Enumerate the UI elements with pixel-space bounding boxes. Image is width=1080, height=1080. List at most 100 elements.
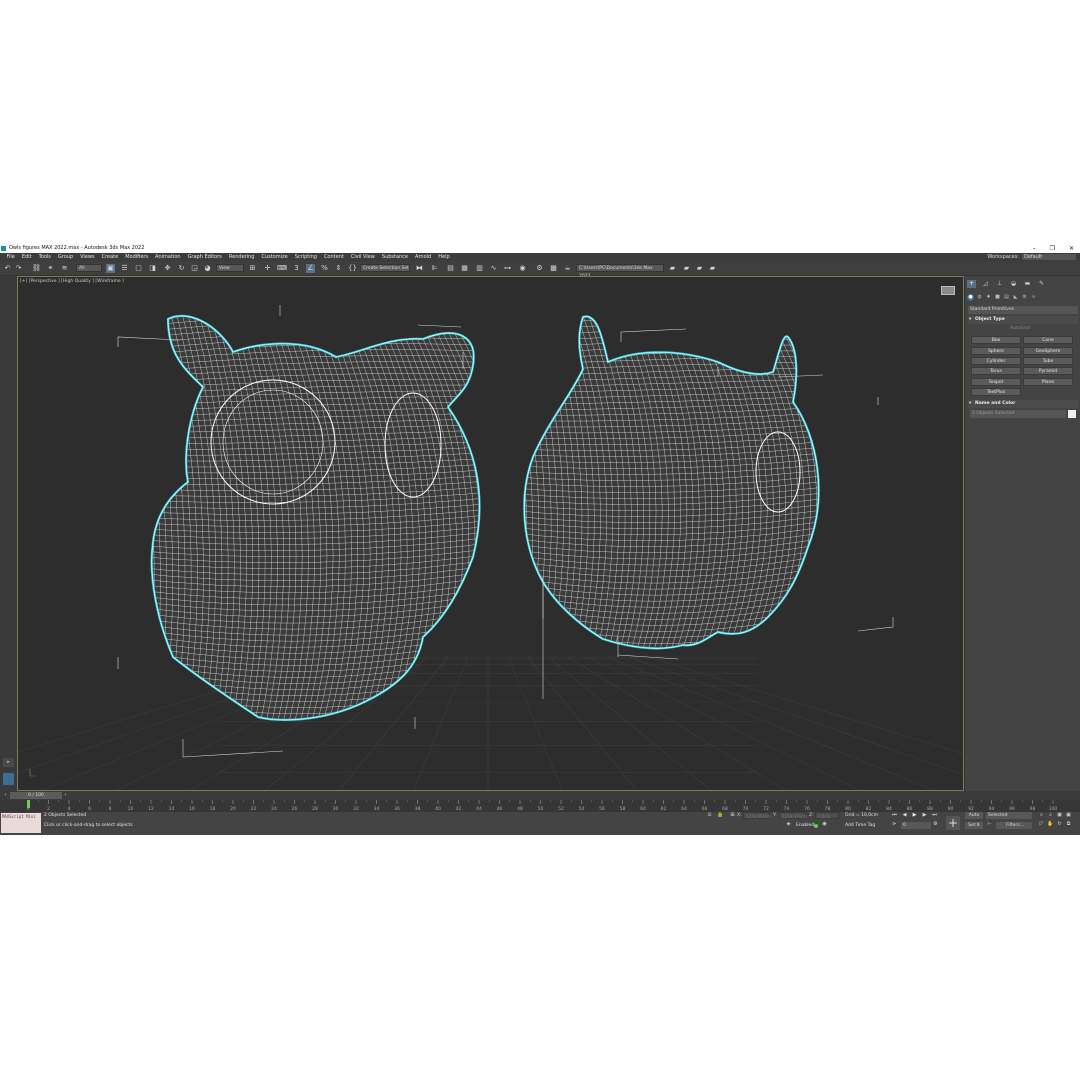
- go-to-end-icon[interactable]: ⏭: [931, 812, 938, 819]
- menu-arnold[interactable]: Arnold: [412, 253, 435, 261]
- modify-tab-icon[interactable]: ◿: [981, 280, 990, 288]
- pyramid-button[interactable]: Pyramid: [1023, 367, 1073, 375]
- material-editor-icon[interactable]: ◉: [518, 264, 527, 273]
- set-key-plus-icon[interactable]: +: [946, 816, 960, 830]
- box-button[interactable]: Box: [971, 336, 1021, 344]
- field-of-view-icon[interactable]: ◸: [1038, 821, 1045, 828]
- plane-button[interactable]: Plane: [1023, 378, 1073, 386]
- workspace-select[interactable]: Default: [1022, 254, 1076, 260]
- time-configuration-icon[interactable]: ⚙: [932, 821, 939, 828]
- set-project-folder-icon[interactable]: ▰: [682, 264, 691, 273]
- pivot-center-icon[interactable]: ⊞: [248, 264, 257, 273]
- keyboard-shortcut-icon[interactable]: ⌨: [277, 264, 287, 273]
- snaps-toggle-icon[interactable]: 3: [292, 264, 301, 273]
- rectangular-selection-icon[interactable]: ▢: [134, 264, 143, 273]
- menu-help[interactable]: Help: [435, 253, 453, 261]
- project-folder-select[interactable]: C:\Users\PC\Documents\3ds Max 2022: [576, 264, 664, 279]
- zoom-extents-all-icon[interactable]: ▣: [1065, 812, 1072, 819]
- select-by-name-icon[interactable]: ☰: [120, 264, 129, 273]
- viewcube[interactable]: [941, 286, 955, 295]
- orbit-icon[interactable]: ↻: [1056, 821, 1063, 828]
- close-button[interactable]: ✕: [1069, 244, 1074, 253]
- schematic-view-icon[interactable]: ⊶: [503, 264, 512, 273]
- select-manipulate-icon[interactable]: ✛: [263, 264, 272, 273]
- isolate-selection-icon[interactable]: ⊙: [706, 812, 713, 819]
- minimize-button[interactable]: –: [1033, 244, 1036, 253]
- tube-button[interactable]: Tube: [1023, 357, 1073, 365]
- pan-view-icon[interactable]: ✋: [1047, 821, 1054, 828]
- space-warps-icon[interactable]: ◣: [1012, 294, 1019, 301]
- geosphere-button[interactable]: GeoSphere: [1023, 347, 1073, 355]
- owl-model-left[interactable]: [18, 289, 531, 774]
- perspective-viewport[interactable]: [+] [Perspective ] [High Quality ] [Wire…: [17, 276, 964, 791]
- bind-space-warp-icon[interactable]: ≋: [60, 264, 69, 273]
- key-mode-toggle-icon[interactable]: ⊳: [891, 821, 898, 828]
- align-icon[interactable]: ⊫: [430, 264, 439, 273]
- torus-button[interactable]: Torus: [971, 367, 1021, 375]
- time-slider-thumb[interactable]: 0 / 100: [10, 792, 62, 799]
- lights-icon[interactable]: ♦: [985, 294, 992, 301]
- cameras-icon[interactable]: ■: [994, 294, 1001, 301]
- adaptive-degradation-icon[interactable]: ◈: [785, 821, 792, 828]
- add-time-tag-button[interactable]: Add Time Tag: [845, 823, 875, 828]
- menu-views[interactable]: Views: [77, 253, 98, 261]
- create-tab-icon[interactable]: +: [967, 280, 976, 288]
- placement-icon[interactable]: ◕: [203, 264, 212, 273]
- rendered-frame-window-icon[interactable]: ▩: [549, 264, 558, 273]
- redo-icon[interactable]: ↷: [14, 264, 23, 273]
- selection-filter-select[interactable]: All: [76, 264, 102, 272]
- object-color-swatch[interactable]: [1068, 410, 1076, 418]
- unlink-icon[interactable]: ⚭: [46, 264, 55, 273]
- curve-editor-icon[interactable]: ∿: [489, 264, 498, 273]
- x-coord-field[interactable]: 2370,993cm: [743, 812, 771, 819]
- project-settings-icon[interactable]: ▰: [708, 264, 717, 273]
- menu-edit[interactable]: Edit: [18, 253, 35, 261]
- menu-group[interactable]: Group: [54, 253, 76, 261]
- object-name-field[interactable]: 2 Objects Selected: [970, 410, 1066, 418]
- render-production-icon[interactable]: ☕: [563, 264, 572, 273]
- scene-explorer-icon[interactable]: ▤: [446, 264, 455, 273]
- shapes-icon[interactable]: ◍: [976, 294, 983, 301]
- layer-explorer-icon[interactable]: ▦: [460, 264, 469, 273]
- object-type-rollout[interactable]: Object Type: [968, 316, 1078, 324]
- extras-icon[interactable]: ∞: [1030, 294, 1037, 301]
- angle-snap-icon[interactable]: ∠: [306, 264, 315, 273]
- menu-file[interactable]: File: [3, 253, 18, 261]
- textplus-button[interactable]: TextPlus: [971, 388, 1021, 396]
- menu-rendering[interactable]: Rendering: [225, 253, 258, 261]
- maximize-button[interactable]: ❐: [1050, 244, 1055, 253]
- set-key-button[interactable]: Set K: [965, 822, 983, 829]
- key-filters-icon[interactable]: ⊢: [986, 821, 993, 828]
- cylinder-button[interactable]: Cylinder: [971, 357, 1021, 365]
- time-tag-icon[interactable]: ◉: [821, 821, 828, 828]
- rotate-icon[interactable]: ↻: [177, 264, 186, 273]
- teapot-button[interactable]: Teapot: [971, 378, 1021, 386]
- next-frame-icon[interactable]: ▶: [921, 812, 928, 819]
- menu-civil-view[interactable]: Civil View: [347, 253, 378, 261]
- menu-substance[interactable]: Substance: [378, 253, 411, 261]
- menu-content[interactable]: Content: [320, 253, 347, 261]
- percent-snap-icon[interactable]: %: [320, 264, 329, 273]
- maxscript-listener[interactable]: MAXScript Mini: [1, 813, 41, 833]
- menu-scripting[interactable]: Scripting: [291, 253, 320, 261]
- systems-icon[interactable]: ⚙: [1021, 294, 1028, 301]
- helpers-icon[interactable]: ▤: [1003, 294, 1010, 301]
- time-slider-prev-icon[interactable]: ‹: [2, 792, 9, 799]
- auto-key-button[interactable]: Auto: [965, 812, 983, 819]
- open-project-icon[interactable]: ▰: [668, 264, 677, 273]
- zoom-icon[interactable]: ⌕: [1038, 812, 1045, 819]
- layout-expand-icon[interactable]: ▸: [3, 758, 14, 767]
- menu-create[interactable]: Create: [98, 253, 122, 261]
- zoom-extents-icon[interactable]: ▣: [1056, 812, 1063, 819]
- undo-icon[interactable]: ↶: [3, 264, 12, 273]
- spinner-snap-icon[interactable]: ⇕: [334, 264, 343, 273]
- y-coord-field[interactable]: 1259,979cm: [779, 812, 807, 819]
- key-filters-button[interactable]: Filters...: [996, 822, 1032, 829]
- z-coord-field[interactable]: 0,0cm: [815, 812, 839, 819]
- edit-named-selection-icon[interactable]: {}: [348, 264, 357, 273]
- geometry-icon[interactable]: ●: [967, 294, 974, 301]
- primitive-category-select[interactable]: Standard Primitives: [968, 306, 1078, 314]
- named-selection-set-select[interactable]: Create Selection Set: [360, 264, 410, 272]
- motion-tab-icon[interactable]: ◒: [1009, 280, 1018, 288]
- new-project-icon[interactable]: ▰: [695, 264, 704, 273]
